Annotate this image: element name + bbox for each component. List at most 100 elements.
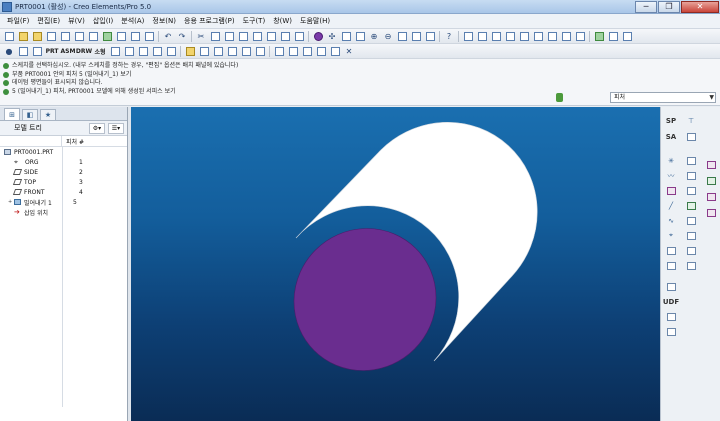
zoom-fit-icon[interactable]	[396, 30, 408, 42]
analysis-feature-icon[interactable]	[665, 245, 677, 256]
tree-row[interactable]: PRT0001.PRT	[0, 147, 127, 157]
tree-settings-icon[interactable]: ⚙▾	[89, 122, 105, 134]
datum-point-icon[interactable]: ✳	[665, 155, 677, 166]
relation-icon[interactable]	[240, 45, 252, 57]
selection-filter-dropdown[interactable]: 피처 ▼	[610, 92, 716, 103]
datum-axis-icon[interactable]: ╱	[665, 200, 677, 211]
close-button[interactable]: ✕	[681, 0, 719, 13]
sketch-icon[interactable]	[184, 45, 196, 57]
tree-row[interactable]: FRONT 4	[0, 187, 127, 197]
spin-center-icon[interactable]: ✣	[326, 30, 338, 42]
menu-info[interactable]: 정보(N)	[148, 16, 180, 26]
minimize-button[interactable]: ─	[635, 0, 657, 13]
mirror-icon[interactable]	[251, 30, 263, 42]
menu-tools[interactable]: 도구(T)	[239, 16, 270, 26]
redo-icon[interactable]: ↷	[176, 30, 188, 42]
save-copy-icon[interactable]	[115, 30, 127, 42]
menu-window[interactable]: 창(W)	[269, 16, 296, 26]
round-icon[interactable]	[705, 175, 717, 186]
trail-icon[interactable]	[31, 45, 43, 57]
datum-curve-icon[interactable]: 〰	[665, 170, 677, 181]
drw-button[interactable]: DRW	[76, 45, 92, 57]
wireframe-icon[interactable]	[532, 30, 544, 42]
section-icon[interactable]	[301, 45, 313, 57]
pattern-icon[interactable]	[685, 230, 697, 241]
menu-insert[interactable]: 삽입(I)	[89, 16, 117, 26]
undo-icon[interactable]: ↶	[162, 30, 174, 42]
extrude-tool-icon[interactable]	[685, 155, 697, 166]
annotation-toggle-icon[interactable]	[518, 30, 530, 42]
shrinkwrap-icon[interactable]	[665, 326, 677, 337]
menu-file[interactable]: 파일(F)	[3, 16, 33, 26]
datum-axes-toggle-icon[interactable]	[476, 30, 488, 42]
close-view-icon[interactable]: ✕	[343, 45, 355, 57]
email-attach-icon[interactable]	[87, 30, 99, 42]
model-info-icon[interactable]	[607, 30, 619, 42]
tree-row[interactable]: SIDE 2	[0, 167, 127, 177]
paste-icon[interactable]	[223, 30, 235, 42]
draft-icon[interactable]	[685, 215, 697, 226]
measure-icon[interactable]	[226, 45, 238, 57]
regeneration-status-icon[interactable]	[556, 93, 563, 102]
edit-sketch-icon[interactable]	[198, 45, 210, 57]
open-folder-icon[interactable]	[31, 30, 43, 42]
chamfer-icon[interactable]	[705, 191, 717, 202]
zoom-out-icon[interactable]: ⊖	[382, 30, 394, 42]
rename-icon[interactable]	[143, 30, 155, 42]
tool-icon[interactable]	[685, 131, 697, 142]
repaint-icon[interactable]	[410, 30, 422, 42]
show-options-icon[interactable]: ☰▾	[108, 122, 124, 134]
mirror-tool-icon[interactable]	[685, 245, 697, 256]
appearance-sphere-icon[interactable]	[312, 30, 324, 42]
blend-icon[interactable]	[685, 200, 697, 211]
sa-button[interactable]: SA	[663, 131, 679, 142]
menu-view[interactable]: 뷰(V)	[64, 16, 89, 26]
orient-mode-icon[interactable]	[340, 30, 352, 42]
parameter-icon[interactable]	[254, 45, 266, 57]
copy-icon[interactable]	[209, 30, 221, 42]
tree-row[interactable]: ⌖ ORG 1	[0, 157, 127, 167]
datum-planes-toggle-icon[interactable]	[462, 30, 474, 42]
saved-views-icon[interactable]	[424, 30, 436, 42]
folder-browser-tab-icon[interactable]: ◧	[22, 109, 38, 120]
asm-button[interactable]: ASM	[61, 45, 76, 57]
hidden-line-icon[interactable]	[546, 30, 558, 42]
paste-special-icon[interactable]	[237, 30, 249, 42]
sketch-tool-icon[interactable]: ∿	[665, 215, 677, 226]
udf-button[interactable]: UDF	[663, 296, 679, 307]
hole-icon[interactable]	[705, 159, 717, 170]
context-help-icon[interactable]: ?	[443, 30, 455, 42]
menu-edit[interactable]: 편집(E)	[33, 16, 64, 26]
reference-icon[interactable]	[665, 260, 677, 271]
dimension-icon[interactable]	[212, 45, 224, 57]
display-style-icon[interactable]	[273, 45, 285, 57]
component-icon[interactable]	[123, 45, 135, 57]
tree-row[interactable]: ➔ 삽입 위치	[0, 207, 127, 217]
csys-tool-icon[interactable]: ⌖	[665, 230, 677, 241]
model-tree-tab-icon[interactable]: ⊞	[4, 108, 20, 120]
menu-help[interactable]: 도움말(H)	[296, 16, 334, 26]
select-box-icon[interactable]	[293, 30, 305, 42]
inheritance-icon[interactable]	[665, 311, 677, 322]
favorites-tab-icon[interactable]: ★	[40, 109, 56, 120]
perspective-icon[interactable]	[287, 45, 299, 57]
no-hidden-icon[interactable]	[560, 30, 572, 42]
zoom-in-icon[interactable]: ⊕	[368, 30, 380, 42]
shell-icon[interactable]: ⊤	[685, 115, 697, 126]
regenerate-icon[interactable]	[101, 30, 113, 42]
menu-applications[interactable]: 응용 프로그램(P)	[180, 16, 239, 26]
shading-icon[interactable]	[574, 30, 586, 42]
copy-box-icon[interactable]	[151, 45, 163, 57]
datum-plane-tool-icon[interactable]	[665, 185, 677, 196]
rib-icon[interactable]	[705, 207, 717, 218]
maximize-button[interactable]: ❐	[658, 0, 680, 13]
tree-row[interactable]: + 밀어내기 1 5	[0, 197, 127, 207]
feature-number-column-header[interactable]: 피처 #	[62, 137, 84, 146]
datum-points-toggle-icon[interactable]	[490, 30, 502, 42]
select-icon[interactable]: ●	[3, 45, 15, 57]
refit-icon[interactable]	[354, 30, 366, 42]
email-icon[interactable]	[73, 30, 85, 42]
graphics-viewport[interactable]	[131, 107, 660, 421]
csys-toggle-icon[interactable]	[504, 30, 516, 42]
small-button[interactable]: 소형	[93, 45, 107, 57]
